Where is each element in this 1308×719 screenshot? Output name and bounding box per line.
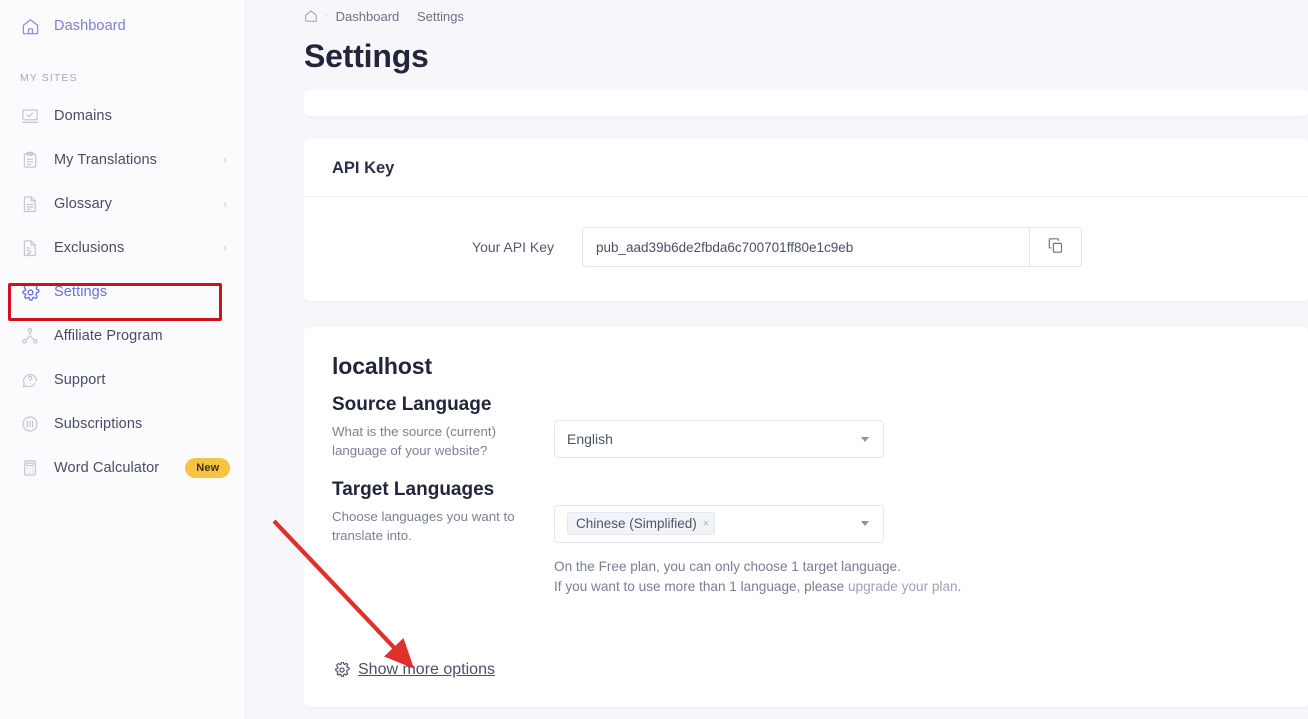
api-key-heading: API Key [304, 139, 1308, 197]
sidebar-section-my-sites: MY SITES [20, 72, 78, 84]
copy-icon [1047, 237, 1064, 257]
sidebar-item-label: Support [54, 372, 106, 388]
sidebar-item-exclusions[interactable]: Exclusions › [0, 226, 245, 270]
upgrade-your-plan-link[interactable]: upgrade your plan [848, 579, 958, 594]
sidebar-item-label: Exclusions [54, 240, 125, 256]
sidebar-item-label: Dashboard [54, 18, 126, 34]
home-icon [20, 16, 40, 36]
sidebar-item-label: My Translations [54, 152, 158, 168]
sidebar-item-label: Subscriptions [54, 416, 143, 432]
breadcrumb-separator: · [325, 10, 329, 22]
source-language-info: Source Language What is the source (curr… [332, 394, 554, 461]
target-language-tag-label: Chinese (Simplified) [576, 516, 697, 532]
sidebar: Dashboard MY SITES Domains My Translatio… [0, 0, 246, 719]
sidebar-item-settings[interactable]: Settings [0, 270, 245, 314]
word-calculator-icon [20, 458, 40, 478]
api-key-input-group [582, 227, 1082, 267]
breadcrumb-settings[interactable]: Settings [417, 9, 464, 24]
sidebar-item-label: Settings [54, 284, 108, 300]
gear-icon [334, 662, 350, 678]
source-language-heading: Source Language [332, 394, 492, 415]
target-languages-heading: Target Languages [332, 478, 495, 500]
sidebar-item-affiliate-program[interactable]: Affiliate Program [0, 314, 245, 358]
sidebar-item-my-translations[interactable]: My Translations › [0, 138, 245, 182]
plan-note-suffix: . [957, 578, 962, 594]
api-key-field-label: Your API Key [472, 239, 554, 255]
home-icon[interactable] [304, 9, 318, 23]
target-languages-section: Target Languages Choose languages you wa… [332, 479, 1280, 598]
plan-limit-note: On the Free plan, you can only choose 1 … [554, 557, 1280, 598]
page-title: Settings [304, 38, 429, 74]
chevron-right-icon: › [223, 241, 227, 255]
monitor-check-icon [20, 106, 40, 126]
api-key-body: Your API Key [304, 197, 1308, 301]
sidebar-item-word-calculator[interactable]: Word Calculator New [0, 446, 245, 490]
main-content: · Dashboard · Settings Settings API Key … [246, 0, 1308, 719]
sidebar-item-dashboard[interactable]: Dashboard [0, 4, 245, 48]
app-root: Dashboard MY SITES Domains My Translatio… [0, 0, 1308, 719]
source-language-control: English [554, 394, 1280, 461]
document-icon [20, 194, 40, 214]
sidebar-item-subscriptions[interactable]: Subscriptions [0, 402, 245, 446]
breadcrumb-dashboard[interactable]: Dashboard [336, 9, 400, 24]
chevron-right-icon: › [223, 197, 227, 211]
top-card-stub [304, 90, 1308, 116]
target-languages-info: Target Languages Choose languages you wa… [332, 479, 554, 598]
target-languages-description: Choose languages you want to translate i… [332, 508, 515, 543]
target-languages-select[interactable]: Chinese (Simplified) × [554, 504, 884, 543]
sidebar-item-label: Domains [54, 108, 112, 124]
sidebar-item-glossary[interactable]: Glossary › [0, 182, 245, 226]
site-settings-card: localhost Source Language What is the so… [304, 327, 1308, 707]
source-language-section: Source Language What is the source (curr… [332, 394, 1280, 461]
remove-tag-icon[interactable]: × [703, 518, 709, 530]
chevron-right-icon: › [223, 153, 227, 167]
source-language-value: English [567, 431, 613, 447]
source-language-select[interactable]: English [554, 420, 884, 458]
status-badge-new: New [185, 458, 231, 478]
breadcrumb: · Dashboard · Settings [246, 0, 1308, 26]
target-language-tag: Chinese (Simplified) × [567, 512, 716, 536]
copy-api-key-button[interactable] [1029, 228, 1081, 266]
sidebar-item-support[interactable]: Support [0, 358, 245, 402]
source-language-description: What is the source (current) language of… [332, 424, 497, 459]
gear-icon [20, 282, 40, 302]
chevron-down-icon [861, 436, 869, 442]
clipboard-icon [20, 150, 40, 170]
api-key-input[interactable] [583, 228, 1029, 266]
api-key-card: API Key Your API Key [304, 139, 1308, 301]
breadcrumb-separator: · [406, 10, 410, 22]
plan-note-line-1: On the Free plan, you can only choose 1 … [554, 558, 901, 574]
affiliate-network-icon [20, 326, 40, 346]
site-name: localhost [332, 353, 433, 379]
show-more-options-link[interactable]: Show more options [334, 661, 495, 679]
subscriptions-icon [20, 414, 40, 434]
support-headset-icon [20, 370, 40, 390]
plan-note-prefix: If you want to use more than 1 language,… [554, 578, 848, 594]
sidebar-item-label: Word Calculator [54, 460, 160, 476]
chevron-down-icon [861, 521, 869, 527]
show-more-options-label: Show more options [358, 661, 495, 678]
sidebar-item-domains[interactable]: Domains [0, 94, 245, 138]
target-languages-control: Chinese (Simplified) × On the Free plan,… [554, 479, 1280, 598]
sidebar-item-label: Glossary [54, 196, 113, 212]
document-check-icon [20, 238, 40, 258]
sidebar-item-label: Affiliate Program [54, 328, 163, 344]
plan-note-line-2: If you want to use more than 1 language,… [554, 577, 1280, 597]
